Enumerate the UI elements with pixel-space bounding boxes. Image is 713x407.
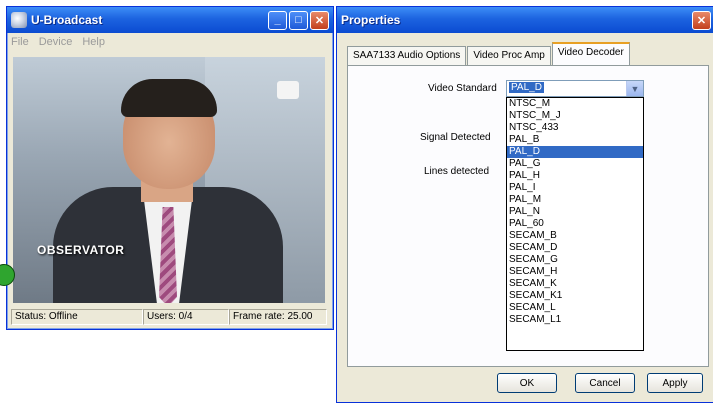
app-icon [11, 12, 27, 28]
tab-strip: SAA7133 Audio Options Video Proc Amp Vid… [347, 41, 631, 68]
presenter-hair [121, 79, 217, 117]
apply-button[interactable]: Apply [647, 373, 703, 393]
statusbar: Status: Offline Users: 0/4 Frame rate: 2… [11, 309, 327, 325]
option-ntsc-m[interactable]: NTSC_M [507, 98, 643, 110]
option-pal-m[interactable]: PAL_M [507, 194, 643, 206]
option-secam-k[interactable]: SECAM_K [507, 278, 643, 290]
menu-file[interactable]: File [11, 36, 29, 48]
video-standard-select[interactable]: PAL_D ▼ [506, 80, 644, 97]
maximize-button[interactable]: □ [289, 10, 308, 30]
option-pal-g[interactable]: PAL_G [507, 158, 643, 170]
option-ntsc-m-j[interactable]: NTSC_M_J [507, 110, 643, 122]
properties-dialog: Properties ✕ SAA7133 Audio Options Video… [336, 6, 713, 403]
video-standard-label: Video Standard [428, 83, 497, 94]
option-pal-n[interactable]: PAL_N [507, 206, 643, 218]
option-ntsc-433[interactable]: NTSC_433 [507, 122, 643, 134]
users-text: Users: 0/4 [143, 309, 229, 325]
option-pal-h[interactable]: PAL_H [507, 170, 643, 182]
close-icon: ✕ [696, 14, 707, 27]
minimize-icon: _ [274, 14, 281, 26]
ok-button[interactable]: OK [497, 373, 557, 393]
video-preview: OBSERVATOR [13, 57, 325, 303]
option-secam-h[interactable]: SECAM_H [507, 266, 643, 278]
tab-video-proc-amp[interactable]: Video Proc Amp [467, 46, 551, 67]
status-text: Status: Offline [11, 309, 143, 325]
signal-detected-label: Signal Detected [420, 132, 491, 143]
video-decoder-panel: Video Standard PAL_D ▼ Signal Detected L… [347, 65, 709, 367]
properties-titlebar[interactable]: Properties ✕ [337, 7, 713, 33]
option-secam-l[interactable]: SECAM_L [507, 302, 643, 314]
dialog-title: Properties [341, 13, 401, 27]
cancel-button[interactable]: Cancel [575, 373, 635, 393]
lines-detected-label: Lines detected [424, 166, 490, 177]
ubroadcast-window: U-Broadcast _ □ ✕ File Device Help OBSER… [0, 6, 334, 330]
tab-audio-options[interactable]: SAA7133 Audio Options [347, 46, 467, 67]
option-secam-d[interactable]: SECAM_D [507, 242, 643, 254]
dialog-close-button[interactable]: ✕ [692, 10, 711, 30]
option-pal-60[interactable]: PAL_60 [507, 218, 643, 230]
option-pal-d[interactable]: PAL_D [507, 146, 643, 158]
option-secam-g[interactable]: SECAM_G [507, 254, 643, 266]
channel-logo-icon [277, 81, 299, 99]
option-secam-l1[interactable]: SECAM_L1 [507, 314, 643, 326]
ubroadcast-titlebar[interactable]: U-Broadcast _ □ ✕ [7, 7, 333, 33]
menubar: File Device Help [7, 33, 333, 51]
option-secam-b[interactable]: SECAM_B [507, 230, 643, 242]
menu-help[interactable]: Help [82, 36, 105, 48]
close-icon: ✕ [314, 14, 325, 27]
frame-rate-text: Frame rate: 25.00 [229, 309, 327, 325]
option-secam-k1[interactable]: SECAM_K1 [507, 290, 643, 302]
option-pal-b[interactable]: PAL_B [507, 134, 643, 146]
menu-device[interactable]: Device [39, 36, 73, 48]
video-standard-value: PAL_D [509, 82, 544, 93]
window-title: U-Broadcast [31, 13, 103, 27]
show-logo: OBSERVATOR [37, 243, 125, 257]
close-button[interactable]: ✕ [310, 10, 329, 30]
chevron-down-icon[interactable]: ▼ [626, 81, 643, 96]
option-pal-i[interactable]: PAL_I [507, 182, 643, 194]
minimize-button[interactable]: _ [268, 10, 287, 30]
video-standard-dropdown[interactable]: NTSC_M NTSC_M_J NTSC_433 PAL_B PAL_D PAL… [506, 97, 644, 351]
maximize-icon: □ [295, 14, 302, 26]
